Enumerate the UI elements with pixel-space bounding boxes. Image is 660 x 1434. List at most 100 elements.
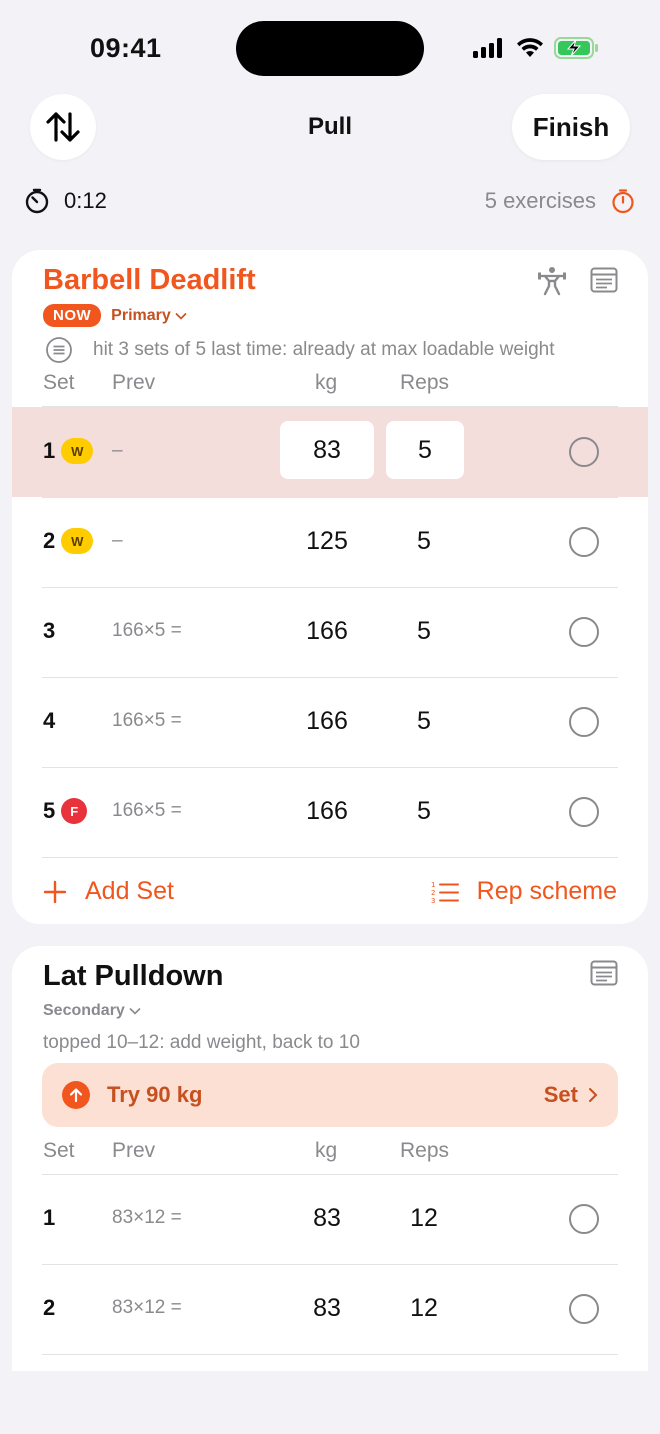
set-row[interactable]: 2 83×12 = 83 12: [12, 1264, 648, 1354]
reps-value[interactable]: 5: [385, 617, 463, 646]
previous-value[interactable]: 166×5 =: [112, 620, 182, 642]
exercise-card-lat-pulldown: Lat Pulldown Secondary topped 10–12: add…: [12, 946, 648, 1371]
apply-suggestion-button[interactable]: Set: [544, 1082, 598, 1108]
rep-scheme-button[interactable]: 1 2 3 Rep scheme: [431, 877, 617, 906]
complete-set-checkbox[interactable]: [569, 527, 599, 557]
set-number: 1: [43, 1205, 55, 1231]
chevron-right-icon: [589, 1088, 598, 1102]
note-text: hit 3 sets of 5 last time: already at ma…: [93, 339, 555, 360]
set-number: 2 W: [43, 528, 94, 554]
complete-set-checkbox[interactable]: [569, 707, 599, 737]
set-number-value: 2: [43, 1295, 56, 1320]
warmup-badge[interactable]: W: [61, 438, 94, 464]
exercise-note: topped 10–12: add weight, back to 10: [43, 1032, 360, 1054]
weightlifter-icon[interactable]: [536, 264, 568, 296]
exercise-name[interactable]: Barbell Deadlift: [43, 264, 256, 297]
reps-value[interactable]: 5: [385, 797, 463, 826]
complete-set-checkbox[interactable]: [569, 437, 599, 467]
exercise-summary: 5 exercises: [485, 188, 636, 214]
weight-value[interactable]: 83: [276, 1204, 378, 1233]
weight-value[interactable]: 125: [276, 527, 378, 556]
note-text: topped 10–12: add weight, back to 10: [43, 1032, 360, 1053]
header-prev: Prev: [112, 371, 156, 394]
complete-set-checkbox[interactable]: [569, 797, 599, 827]
signal-icon: [473, 38, 502, 58]
finish-button[interactable]: Finish: [512, 94, 630, 160]
set-number: 5 F: [43, 798, 88, 824]
rest-timer-icon[interactable]: [610, 188, 636, 214]
header-reps: Reps: [400, 1139, 450, 1162]
svg-text:3: 3: [431, 897, 435, 904]
warmup-badge[interactable]: W: [61, 528, 94, 554]
failure-badge[interactable]: F: [61, 798, 88, 824]
set-number: 1 W: [43, 438, 94, 464]
tier-dropdown[interactable]: Secondary: [43, 1002, 141, 1020]
sets-header: Set Prev kg Reps: [12, 1139, 648, 1169]
previous-value[interactable]: 83×12 =: [112, 1207, 182, 1229]
set-number: 3: [43, 618, 55, 644]
complete-set-checkbox[interactable]: [569, 1294, 599, 1324]
tier-label: Secondary: [43, 1002, 125, 1019]
header-set: Set: [43, 371, 75, 394]
now-badge: NOW: [43, 304, 102, 327]
weight-input[interactable]: 83: [280, 421, 374, 479]
stopwatch-icon: [25, 188, 49, 214]
set-row[interactable]: 5 F 166×5 = 166 5: [12, 767, 648, 857]
set-number: 2: [43, 1295, 55, 1321]
set-number: 4: [43, 708, 55, 734]
weight-value[interactable]: 166: [276, 707, 378, 736]
notes-icon[interactable]: [590, 960, 618, 986]
header-kg: kg: [315, 1139, 338, 1162]
card-actions: Add Set 1 2 3 Rep scheme: [12, 857, 648, 907]
add-set-button[interactable]: Add Set: [43, 877, 174, 906]
header-kg: kg: [315, 371, 338, 394]
set-number-value: 4: [43, 708, 56, 733]
set-row[interactable]: 3 166×5 = 166 5: [12, 587, 648, 677]
previous-value: –: [112, 440, 123, 461]
numbered-list-icon: 1 2 3: [431, 881, 459, 904]
tier-dropdown[interactable]: Primary: [111, 307, 187, 325]
svg-text:1: 1: [431, 881, 435, 889]
suggestion-text: Try 90 kg: [107, 1082, 203, 1107]
exercise-card-barbell-deadlift: Barbell Deadlift NOW Primary hit 3 sets …: [12, 250, 648, 924]
set-row[interactable]: 2 W – 125 5: [12, 497, 648, 587]
set-row[interactable]: 4 166×5 = 166 5: [12, 677, 648, 767]
reps-input[interactable]: 5: [386, 421, 464, 479]
reps-value[interactable]: 5: [385, 527, 463, 556]
complete-set-checkbox[interactable]: [569, 1204, 599, 1234]
tier-label: Primary: [111, 306, 171, 324]
previous-value: –: [112, 530, 123, 551]
battery-charging-icon: [554, 37, 598, 59]
elapsed-timer: 0:12: [24, 188, 107, 214]
plus-icon: [43, 880, 67, 903]
wifi-icon: [517, 38, 543, 57]
chevron-down-icon: [175, 312, 187, 320]
previous-value[interactable]: 83×12 =: [112, 1297, 182, 1319]
reps-value[interactable]: 5: [385, 707, 463, 736]
timer-row: 0:12 5 exercises: [0, 182, 660, 222]
previous-value[interactable]: 166×5 =: [112, 710, 182, 732]
set-number-value: 1: [43, 1205, 56, 1230]
status-bar: 09:41: [0, 0, 660, 96]
complete-set-checkbox[interactable]: [569, 617, 599, 647]
svg-text:2: 2: [431, 889, 435, 897]
arrow-up-icon: [62, 1081, 90, 1109]
set-row[interactable]: 1 83×12 = 83 12: [12, 1174, 648, 1264]
reps-value[interactable]: 12: [385, 1204, 463, 1233]
chevron-down-icon: [129, 1007, 141, 1015]
apply-suggestion-label: Set: [543, 1082, 578, 1107]
notes-icon[interactable]: [590, 267, 618, 293]
list-circle-icon: [46, 337, 72, 363]
header-reps: Reps: [400, 371, 450, 394]
header-prev: Prev: [112, 1139, 156, 1162]
weight-value[interactable]: 166: [276, 797, 378, 826]
exercise-name[interactable]: Lat Pulldown: [43, 960, 223, 993]
weight-value[interactable]: 166: [276, 617, 378, 646]
weight-suggestion[interactable]: Try 90 kg Set: [42, 1063, 618, 1127]
sets-header: Set Prev kg Reps: [12, 371, 648, 401]
weight-value[interactable]: 83: [276, 1294, 378, 1323]
set-row[interactable]: 1 W – 83 5: [12, 407, 648, 497]
previous-value[interactable]: 166×5 =: [112, 800, 182, 822]
rep-scheme-label: Rep scheme: [476, 877, 617, 905]
reps-value[interactable]: 12: [385, 1294, 463, 1323]
